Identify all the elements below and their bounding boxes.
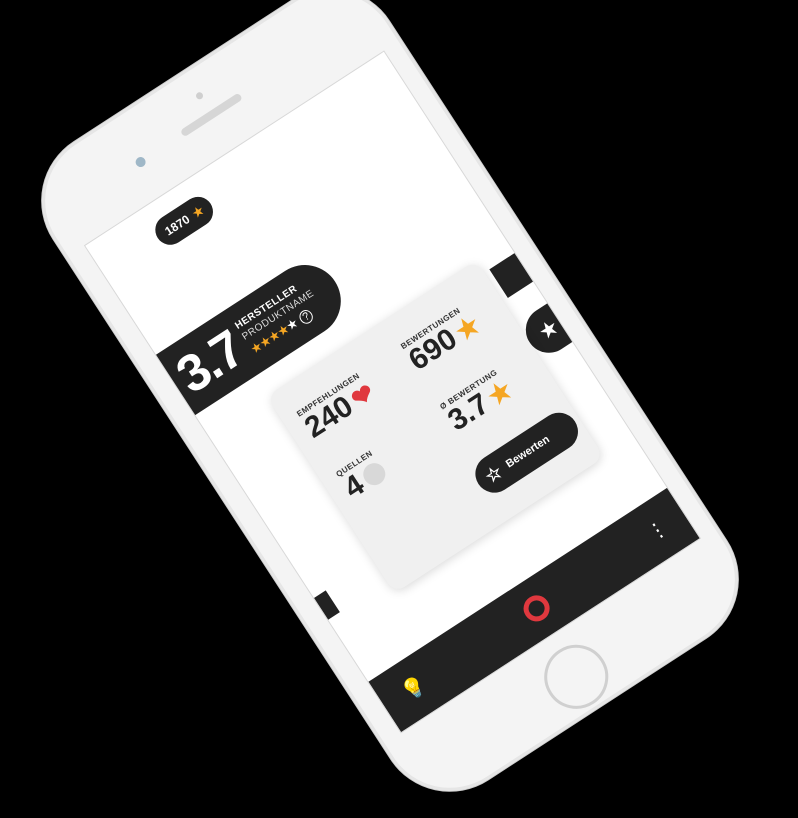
star-icon: ★ [189,202,207,221]
star-icon: ★ [533,313,564,346]
phone-frame: 1870 ★ 3.7 HERSTELLER PRODUKTNAME ★★★★★?… [15,0,765,818]
rate-button-label: Bewerten [503,433,552,471]
lightbulb-icon[interactable]: 💡 [396,671,431,706]
help-icon[interactable]: ? [296,307,316,327]
left-block [313,590,340,620]
product-info: HERSTELLER PRODUKTNAME ★★★★★? [233,277,326,358]
scan-ring-icon[interactable] [518,590,555,627]
app-screen: 1870 ★ 3.7 HERSTELLER PRODUKTNAME ★★★★★?… [83,50,702,734]
earpiece-speaker [179,92,243,138]
more-icon[interactable]: ⋮ [642,515,672,546]
reviews-stat: BEWERTUNGEN 690 ★ [399,301,485,378]
recommendations-value: 240 [298,389,359,445]
top-count-pill[interactable]: 1870 ★ [149,190,220,251]
home-button[interactable] [532,632,621,722]
reviews-value: 690 [402,322,463,378]
top-count: 1870 [162,212,193,239]
overall-score: 3.7 [166,320,254,405]
front-camera [133,155,148,169]
proximity-sensor [194,90,205,101]
sources-stat: QUELLEN 4 [334,448,391,505]
outline-star-icon: ☆ [481,460,506,487]
average-stat: Ø BEWERTUNG 3.7 ★ [438,366,517,438]
recommendations-stat: EMPFEHLUNGEN 240 ❤ [295,370,380,444]
